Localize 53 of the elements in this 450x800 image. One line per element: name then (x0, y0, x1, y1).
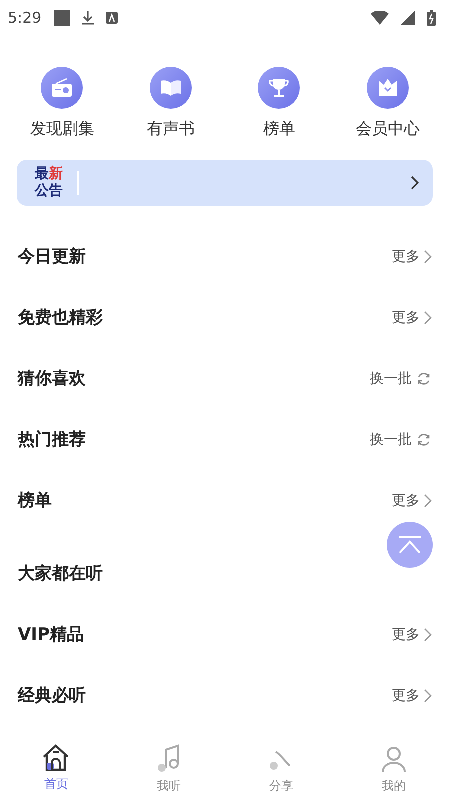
nav-tab[interactable]: 首页 (0, 738, 112, 800)
more-link[interactable]: 更多 (392, 492, 432, 510)
chevron-right-icon (424, 688, 432, 702)
shortcut-label[interactable]: 有声书 (146, 119, 195, 140)
status-time: 5:29 (8, 9, 42, 27)
more-link[interactable]: 更多 (392, 626, 432, 644)
arrow-up-icon (398, 536, 422, 554)
crown-icon (376, 78, 399, 98)
chevron-right-icon (424, 310, 432, 324)
section-title: 热门推荐 (18, 429, 86, 451)
refresh-icon (416, 370, 432, 386)
back-to-top-button[interactable] (387, 522, 433, 568)
notification-square-icon (54, 10, 70, 26)
wifi-icon (371, 11, 389, 25)
section-title: 猜你喜欢 (18, 368, 86, 390)
notice-badge-text: 最 (35, 166, 49, 183)
signal-icon (401, 11, 415, 25)
download-icon (82, 11, 94, 25)
battery-icon (427, 10, 436, 26)
shortcut-label[interactable]: 发现剧集 (30, 119, 94, 140)
chevron-right-icon (424, 250, 432, 264)
refresh-icon (416, 432, 432, 448)
notice-banner[interactable]: 最新 公告 (17, 160, 433, 206)
refresh-link[interactable]: 换一批 (370, 430, 432, 448)
section-title: 今日更新 (18, 246, 86, 268)
chevron-right-icon (424, 628, 432, 642)
shortcut-icon-circle[interactable] (41, 67, 84, 109)
chevron-right-icon (411, 176, 419, 190)
shortcut-icon-circle[interactable] (150, 67, 192, 109)
home-icon (41, 744, 72, 772)
section-title: VIP精品 (18, 624, 84, 646)
app-notification-icon (106, 12, 118, 24)
shortcut-icon-circle[interactable] (258, 67, 300, 109)
shortcut-label[interactable]: 会员中心 (356, 119, 420, 140)
shortcut-label[interactable]: 榜单 (263, 119, 296, 140)
trophy-icon (268, 77, 290, 99)
section-title: 大家都在听 (18, 563, 103, 585)
nav-tab[interactable]: 我的 (338, 738, 450, 800)
nav-tab[interactable]: 我听 (112, 738, 225, 800)
refresh-link[interactable]: 换一批 (370, 370, 432, 388)
book-icon (160, 79, 182, 97)
nav-tab[interactable]: 分享 (225, 738, 338, 800)
section-title: 榜单 (18, 490, 52, 512)
more-link[interactable]: 更多 (392, 686, 432, 704)
more-link[interactable]: 更多 (392, 308, 432, 326)
shortcut-icon-circle[interactable] (366, 67, 409, 109)
notice-badge-highlight: 新 (49, 166, 63, 183)
chevron-right-icon (424, 494, 432, 508)
section-title: 免费也精彩 (18, 307, 103, 329)
notice-badge-text: 公告 (35, 183, 63, 200)
more-link[interactable]: 更多 (392, 248, 432, 266)
radio-icon (51, 78, 74, 98)
section-title: 经典必听 (18, 685, 86, 707)
